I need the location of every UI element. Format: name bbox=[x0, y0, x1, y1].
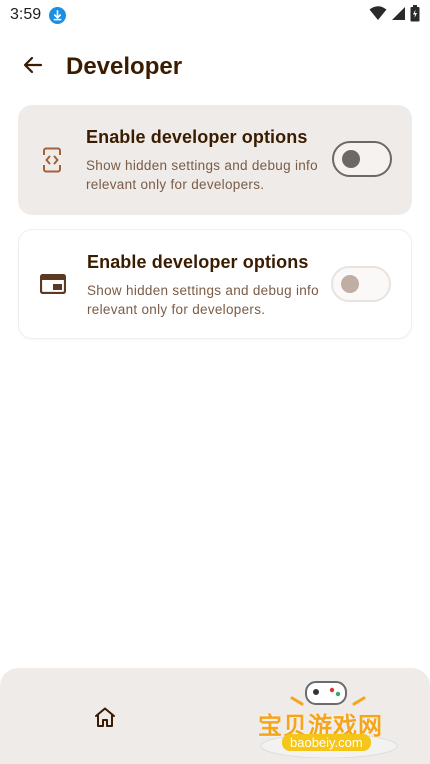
web-window-icon bbox=[39, 270, 67, 298]
toggle-knob bbox=[342, 150, 360, 168]
status-bar: 3:59 bbox=[0, 0, 430, 30]
setting-text: Enable developer options Show hidden set… bbox=[86, 127, 322, 194]
app-header: Developer bbox=[0, 44, 430, 90]
status-right bbox=[369, 4, 420, 26]
status-left: 3:59 bbox=[10, 6, 67, 24]
code-icon bbox=[38, 146, 66, 174]
setting-text: Enable developer options Show hidden set… bbox=[87, 252, 323, 319]
wifi-icon bbox=[369, 5, 387, 25]
setting-description: Show hidden settings and debug info rele… bbox=[86, 158, 318, 192]
developer-options-toggle[interactable] bbox=[332, 141, 392, 177]
watermark-logo: 宝贝游戏网 baobeiy.com bbox=[254, 678, 404, 758]
status-time: 3:59 bbox=[10, 6, 42, 23]
download-badge-icon bbox=[49, 6, 67, 24]
page-title: Developer bbox=[66, 53, 183, 80]
screen: 3:59 Developer Enable developer options … bbox=[0, 0, 430, 764]
bottom-nav: 宝贝游戏网 baobeiy.com bbox=[0, 668, 430, 764]
setting-description: Show hidden settings and debug info rele… bbox=[87, 283, 319, 317]
battery-icon bbox=[410, 4, 420, 26]
developer-options-toggle-2[interactable] bbox=[331, 266, 391, 302]
back-button[interactable] bbox=[11, 45, 55, 89]
setting-title: Enable developer options bbox=[86, 127, 308, 147]
home-button[interactable] bbox=[88, 702, 122, 736]
setting-title: Enable developer options bbox=[87, 252, 309, 272]
setting-card-developer-options[interactable]: Enable developer options Show hidden set… bbox=[18, 105, 412, 215]
toggle-knob bbox=[341, 275, 359, 293]
signal-icon bbox=[391, 6, 406, 25]
home-icon bbox=[93, 706, 117, 733]
arrow-left-icon bbox=[21, 53, 45, 82]
setting-card-developer-options-2[interactable]: Enable developer options Show hidden set… bbox=[18, 229, 412, 339]
watermark-url: baobeiy.com bbox=[282, 734, 371, 751]
